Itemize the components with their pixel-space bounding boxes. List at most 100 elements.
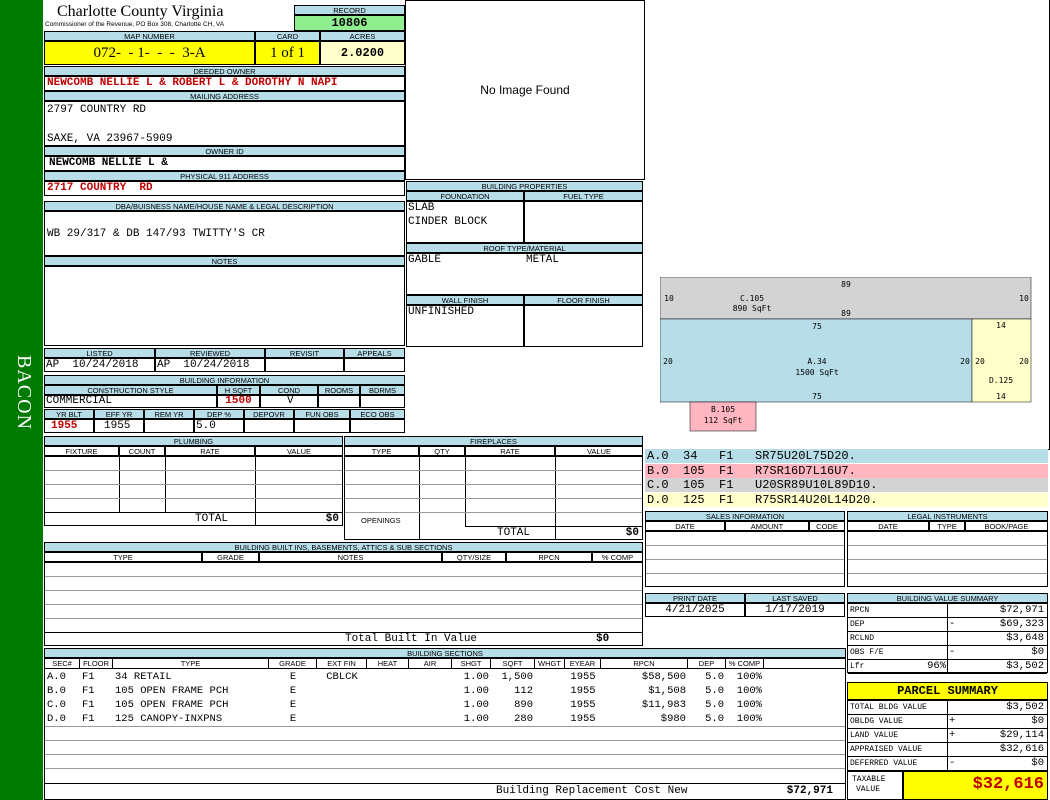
dim-d-left: 20 (975, 357, 985, 366)
bdrms-box (360, 395, 405, 408)
section-cell-ext: CBLCK (326, 671, 358, 683)
summary-sign: + (949, 729, 956, 741)
hsqft-box: 1500 (217, 395, 260, 408)
construction-style-label: CONSTRUCTION STYLE (44, 385, 217, 395)
summary-value: $3,502 (1006, 660, 1044, 672)
summary-sign: - (949, 646, 956, 658)
listed-box: AP 10/24/2018 (44, 358, 155, 372)
record-number: 10806 (294, 15, 405, 31)
section-cell-grade: E (289, 685, 297, 697)
summary-label: RCLND (850, 634, 875, 643)
section-cell-sqft: 280 (514, 713, 533, 725)
brcn-label: Building Replacement Cost New (496, 785, 688, 797)
builtins-col-qty: QTY/SIZE (442, 552, 506, 562)
taxable-label-2: VALUE (856, 785, 881, 794)
listed-by: AP (46, 359, 60, 371)
summary-value: $69,323 (999, 618, 1044, 630)
taxable-label-1: TAXABLE (852, 775, 886, 784)
last-saved: 1/17/2019 (745, 603, 845, 617)
dba-text: WB 29/317 & DB 147/93 TWITTY'S CR (47, 228, 265, 240)
section-cell-dep: 5.0 (705, 699, 724, 711)
section-cell-floor: F1 (82, 671, 95, 683)
section-cell-eyear: 1955 (570, 699, 596, 711)
mailing-address-label: MAILING ADDRESS (44, 91, 405, 101)
parcel-summary-table: TOTAL BLDG VALUE $3,502 OBLDG VALUE + $0 LAND… (847, 700, 1048, 771)
summary-value: $0 (1031, 646, 1044, 658)
section-cell-sec: D.0 (47, 713, 66, 725)
sections-col-air: AIR (409, 659, 452, 669)
section-cell-floor: F1 (82, 685, 95, 697)
yrblt-label: YR BLT (44, 409, 94, 419)
dim-d-right: 20 (1019, 357, 1029, 366)
sections-col-floor: FLOOR (80, 659, 113, 669)
fuel-type-box (524, 201, 643, 243)
dim-a-right: 20 (960, 357, 970, 366)
fireplace-col-rate: RATE (465, 446, 555, 456)
parcel-summary-row: TOTAL BLDG VALUE $3,502 (848, 701, 1047, 715)
section-cell-dep: 5.0 (705, 685, 724, 697)
dep-label: DEP % (194, 409, 244, 419)
plumbing-col-fixture: FIXTURE (44, 446, 119, 456)
deeded-owner-box: NEWCOMB NELLIE L & ROBERT L & DOROTHY N … (44, 76, 405, 91)
rooms-box (318, 395, 360, 408)
section-cell-sqft: 890 (514, 699, 533, 711)
cond-value: V (287, 395, 294, 407)
value-summary-row: RCLND $3,648 (848, 632, 1047, 646)
section-cell-sqft: 1,500 (501, 671, 533, 683)
sales-col-amount: AMOUNT (725, 521, 809, 531)
fuel-type-label: FUEL TYPE (524, 191, 643, 201)
summary-value: $0 (1031, 757, 1044, 769)
wall-finish: UNFINISHED (408, 306, 475, 318)
photo-box: No Image Found (405, 0, 645, 180)
floor-finish-box (524, 305, 643, 347)
sections-col-type: TYPE (113, 659, 269, 669)
section-cell-eyear: 1955 (570, 685, 596, 697)
sales-col-code: CODE (809, 521, 845, 531)
value-summary-row: Lfr 96% $3,502 (848, 660, 1047, 674)
section-row: A.0 F1 34 RETAIL E CBLCK 1.00 1,500 1955 $58,500… (45, 670, 845, 684)
section-cell-grade: E (289, 671, 297, 683)
sections-col-sqft: SQFT (491, 659, 535, 669)
sidebar-district: BACON (0, 0, 43, 800)
dba-box: WB 29/317 & DB 147/93 TWITTY'S CR (44, 211, 405, 256)
hsqft-value: 1500 (225, 395, 252, 407)
section-cell-sec: C.0 (47, 699, 66, 711)
record-label: RECORD (294, 5, 405, 15)
foundation-label: FOUNDATION (406, 191, 524, 201)
owner-id: NEWCOMB NELLIE L & (49, 157, 168, 169)
dep-value: 5.0 (196, 420, 216, 432)
dim-c-left: 10 (664, 294, 674, 303)
summary-sign: - (949, 757, 956, 769)
value-summary-row: RPCN $72,971 (848, 604, 1047, 618)
builtins-grid: Total Built In Value $0 (44, 562, 643, 646)
brcn-value: $72,971 (786, 785, 833, 797)
last-saved-label: LAST SAVED (745, 593, 845, 603)
dim-c-right: 10 (1019, 294, 1029, 303)
depovr-box (244, 419, 294, 433)
openings-label: OPENINGS (361, 516, 401, 525)
reviewed-label: REVIEWED (155, 348, 265, 358)
rooms-label: ROOMS (318, 385, 360, 395)
sections-col-ext: EXT FIN (317, 659, 367, 669)
sections-col-dep: DEP (688, 659, 726, 669)
section-cell-shgt: 1.00 (463, 713, 489, 725)
mailing-line-2: SAXE, VA 23967-5909 (47, 133, 173, 145)
reviewed-box: AP 10/24/2018 (155, 358, 265, 372)
physical-address-box: 2717 COUNTRY RD (44, 181, 405, 196)
section-cell-eyear: 1955 (570, 671, 596, 683)
legal-col-type: TYPE (929, 521, 965, 531)
sections-col-eyear: EYEAR (565, 659, 601, 669)
acres-value: 2.0200 (320, 41, 405, 65)
sections-col-grade: GRADE (269, 659, 317, 669)
section-cell-shgt: 1.00 (463, 685, 489, 697)
a-area: 1500 SqFt (795, 368, 839, 377)
funobs-label: FUN OBS (294, 409, 350, 419)
section-cell-shgt: 1.00 (463, 699, 489, 711)
foundation-2: CINDER BLOCK (408, 216, 488, 228)
dba-label: DBA/BUISNESS NAME/HOUSE NAME & LEGAL DES… (44, 201, 405, 211)
no-image-text: No Image Found (480, 83, 570, 97)
builtins-col-notes: NOTES (259, 552, 442, 562)
legal-col-bookpage: BOOK/PAGE (965, 521, 1048, 531)
section-cell-type: 125 CANOPY-INXPNS (115, 713, 223, 725)
summary-label: RPCN (850, 606, 870, 615)
